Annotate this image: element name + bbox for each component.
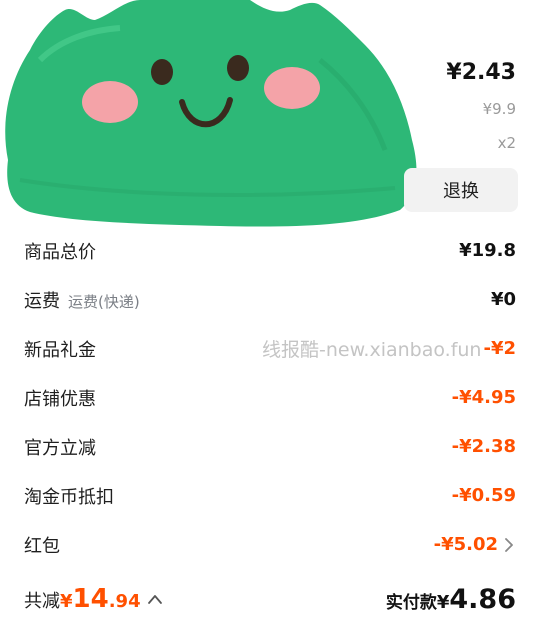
red-packet-label: 红包 <box>24 535 60 557</box>
saved-label: 共减 <box>24 591 60 612</box>
row-shop-discount: 店铺优惠 -¥4.95 <box>0 373 540 422</box>
goods-total-value: ¥19.8 <box>459 240 516 261</box>
row-official-discount: 官方立减 -¥2.38 <box>0 422 540 471</box>
row-goods-total: 商品总价 ¥19.8 <box>0 226 540 275</box>
total-paid: 实付款 ¥ 4 .86 <box>386 584 516 615</box>
shop-discount-value: -¥4.95 <box>451 387 516 408</box>
total-bar: 共减 ¥14.94 实付款 ¥ 4 .86 <box>0 575 540 623</box>
chevron-right-icon[interactable] <box>502 537 516 553</box>
row-red-packet[interactable]: 红包 -¥5.02 <box>0 520 540 569</box>
total-saved[interactable]: 共减 ¥14.94 <box>24 584 163 614</box>
coin-deduction-label: 淘金币抵扣 <box>24 486 114 508</box>
saved-currency: ¥ <box>60 591 73 612</box>
row-new-product-gift: 新品礼金 线报酷-new.xianbao.fun -¥2 <box>0 324 540 373</box>
paid-currency: ¥ <box>436 591 450 613</box>
shipping-method: 运费(快递) <box>68 292 140 311</box>
coin-deduction-value: -¥0.59 <box>451 485 516 506</box>
paid-int: 4 <box>449 583 469 615</box>
official-discount-label: 官方立减 <box>24 437 96 459</box>
saved-amount: ¥14.94 <box>60 584 141 614</box>
item-header: ¥2.43 ¥9.9 x2 退换 <box>0 0 540 230</box>
price-breakdown: 商品总价 ¥19.8 运费 运费(快递) ¥0 新品礼金 线报酷-new.xia… <box>0 226 540 569</box>
new-product-gift-label: 新品礼金 <box>24 339 96 361</box>
item-price: ¥2.43 <box>446 60 516 85</box>
paid-label: 实付款 <box>385 592 437 613</box>
shipping-label: 运费 <box>24 290 60 312</box>
shipping-value: ¥0 <box>490 289 516 310</box>
row-coin-deduction: 淘金币抵扣 -¥0.59 <box>0 471 540 520</box>
paid-dec: .86 <box>468 583 516 615</box>
item-quantity: x2 <box>497 134 516 152</box>
saved-int: 14 <box>72 584 109 614</box>
green-blob-sticker-icon <box>5 0 417 227</box>
watermark-text: 线报酷-new.xianbao.fun <box>262 339 482 361</box>
item-original-price: ¥9.9 <box>482 100 516 118</box>
row-shipping: 运费 运费(快递) ¥0 <box>0 275 540 324</box>
new-product-gift-value: -¥2 <box>483 338 516 359</box>
goods-total-label: 商品总价 <box>24 241 96 263</box>
shop-discount-label: 店铺优惠 <box>24 388 96 410</box>
saved-dec: .94 <box>108 591 141 612</box>
official-discount-value: -¥2.38 <box>451 436 516 457</box>
chevron-up-icon[interactable] <box>147 593 163 605</box>
red-packet-value: -¥5.02 <box>433 534 498 555</box>
return-exchange-button[interactable]: 退换 <box>404 168 518 212</box>
